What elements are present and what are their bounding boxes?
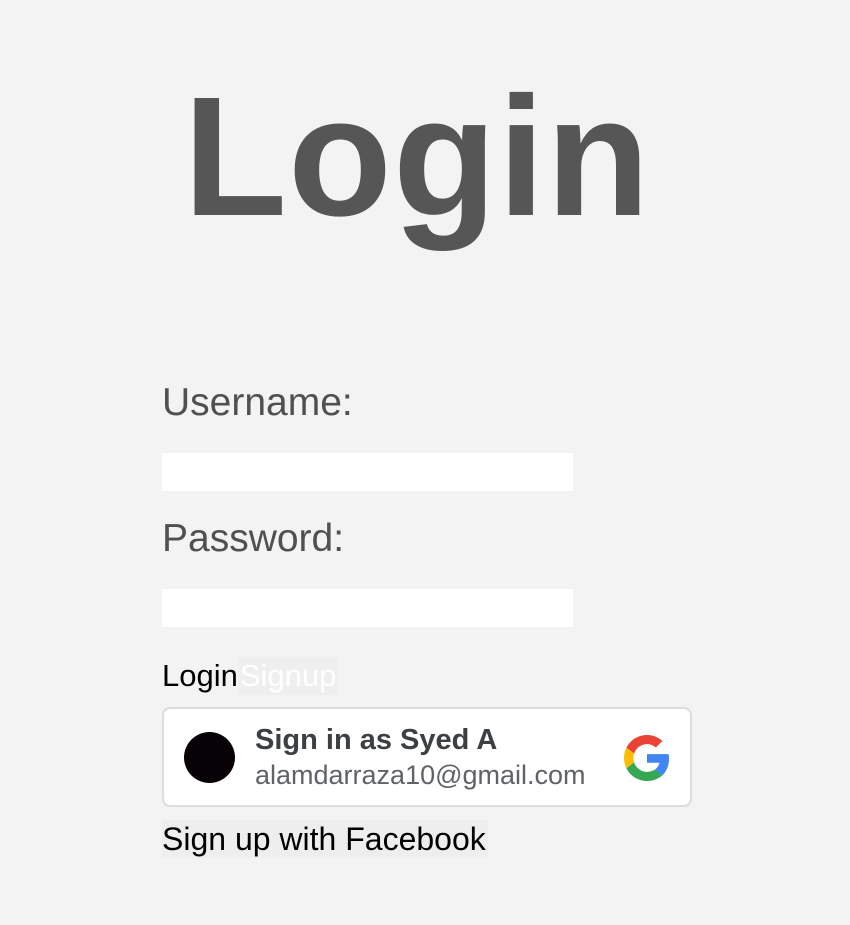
google-account-email: alamdarraza10@gmail.com [255, 760, 586, 790]
password-input[interactable] [162, 589, 573, 627]
google-signin-button[interactable]: Sign in as Syed A alamdarraza10@gmail.co… [162, 707, 692, 807]
password-label: Password: [162, 517, 345, 560]
auth-button-row: Login Signup [162, 657, 339, 695]
signup-button[interactable]: Signup [237, 657, 339, 695]
page-title: Login [183, 62, 651, 252]
username-input[interactable] [162, 453, 573, 491]
username-label: Username: [162, 381, 353, 424]
google-logo-icon [624, 735, 670, 781]
login-page: Login Username: Password: Login Signup S… [0, 0, 850, 925]
facebook-signup-button[interactable]: Sign up with Facebook [162, 820, 488, 858]
google-account-name: Sign in as Syed A [255, 724, 498, 756]
login-button[interactable]: Login [162, 657, 238, 695]
avatar [184, 732, 235, 783]
